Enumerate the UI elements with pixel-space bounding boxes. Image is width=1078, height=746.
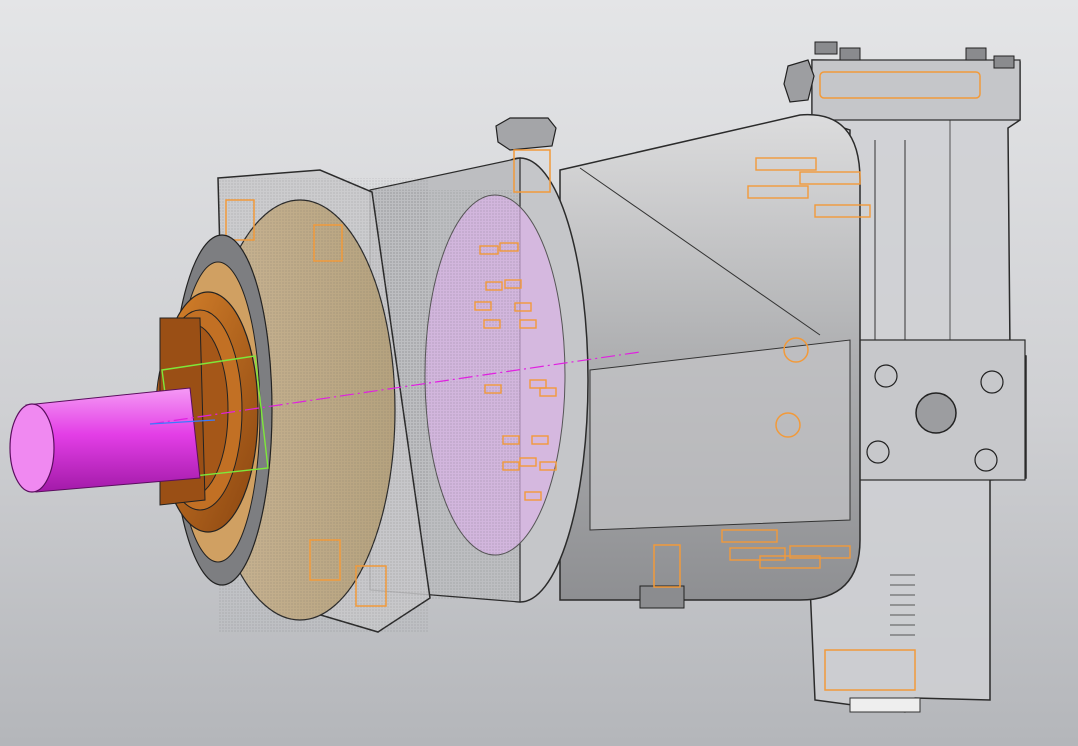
- output-shaft[interactable]: [9, 387, 201, 493]
- 3d-viewport[interactable]: [0, 0, 1078, 746]
- cad-model-render: [9, 41, 1027, 713]
